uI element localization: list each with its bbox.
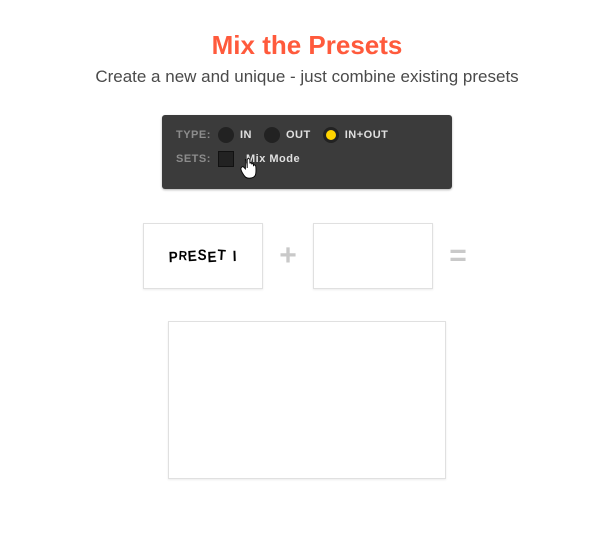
equals-icon: = bbox=[445, 239, 471, 273]
preset-1-text: PRESETI bbox=[169, 248, 237, 265]
combine-row: PRESETI + = bbox=[97, 223, 517, 289]
radio-inout-label: IN+OUT bbox=[345, 129, 389, 141]
radio-in[interactable] bbox=[218, 127, 234, 143]
type-row: TYPE: IN OUT IN+OUT bbox=[176, 127, 438, 143]
sets-label: SETS: bbox=[176, 153, 212, 165]
page-title: Mix the Presets bbox=[0, 30, 614, 61]
preset-card-1[interactable]: PRESETI bbox=[143, 223, 263, 289]
radio-out-label: OUT bbox=[286, 129, 311, 141]
radio-inout[interactable] bbox=[323, 127, 339, 143]
plus-icon: + bbox=[275, 239, 301, 273]
mix-mode-label: Mix Mode bbox=[246, 153, 300, 165]
settings-panel: TYPE: IN OUT IN+OUT SETS: Mix Mode bbox=[162, 115, 452, 189]
radio-in-label: IN bbox=[240, 129, 252, 141]
preset-card-2[interactable] bbox=[313, 223, 433, 289]
result-card bbox=[168, 321, 446, 479]
page-subtitle: Create a new and unique - just combine e… bbox=[0, 67, 614, 87]
mix-mode-checkbox[interactable] bbox=[218, 151, 234, 167]
type-label: TYPE: bbox=[176, 129, 212, 141]
radio-out[interactable] bbox=[264, 127, 280, 143]
sets-row: SETS: Mix Mode bbox=[176, 151, 438, 167]
